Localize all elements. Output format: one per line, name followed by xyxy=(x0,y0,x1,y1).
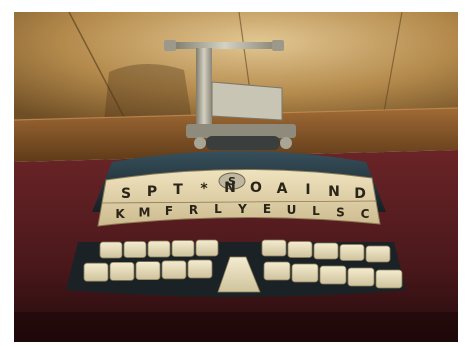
paper-tray-arm xyxy=(196,48,212,128)
legend-top-letter: N xyxy=(224,180,236,196)
paper-tray-rod xyxy=(172,42,277,49)
legend-bottom-letter: M xyxy=(139,205,151,219)
legend-top-letter: O xyxy=(250,180,262,196)
legend-bottom-letter: E xyxy=(263,202,271,216)
legend-bottom-letter: C xyxy=(361,207,370,221)
legend-top-letter: P xyxy=(147,184,157,200)
legend-top-letter: N xyxy=(328,184,340,200)
keycap xyxy=(195,239,219,257)
keycap xyxy=(347,267,375,287)
keycap xyxy=(263,261,291,281)
legend-top-letter: S xyxy=(121,186,131,202)
legend-top-letter: * xyxy=(200,181,208,197)
paper-tray-bracket xyxy=(186,124,296,138)
keycap xyxy=(109,261,135,281)
keycap xyxy=(99,241,123,259)
keycap xyxy=(319,265,347,285)
legend-bottom-letter: F xyxy=(165,204,173,218)
legend-bottom-letter: L xyxy=(214,202,222,216)
keycap xyxy=(291,263,319,283)
legend-bottom-letter: S xyxy=(336,205,345,219)
foreground-shadow xyxy=(14,312,458,342)
roller-knob-left xyxy=(194,137,206,149)
keycap xyxy=(339,244,365,261)
paper-tray-plate xyxy=(211,81,283,121)
legend-top-letter: A xyxy=(277,181,288,197)
legend-top-letter: T xyxy=(173,182,183,198)
paper-tray-knob-left xyxy=(164,40,176,51)
legend-bottom-letter: Y xyxy=(237,202,247,216)
keycap xyxy=(83,262,109,282)
keycap xyxy=(171,240,195,257)
legend-bottom-letter: R xyxy=(189,203,198,217)
keycap xyxy=(261,239,287,257)
roller-knob-right xyxy=(280,137,292,149)
keycap xyxy=(287,241,313,258)
legend-top-letter: I xyxy=(305,182,310,198)
paper-tray-knob-right xyxy=(272,40,284,51)
photo-stenotype-machine: S S P T * N O A I N D KMFRLYEULSC xyxy=(14,12,458,342)
keycap xyxy=(123,241,147,258)
legend-bottom-letter: U xyxy=(287,203,297,217)
keycap xyxy=(161,260,187,280)
legend-bottom-letter: L xyxy=(312,204,320,218)
keycap xyxy=(187,259,213,279)
keycap xyxy=(147,240,171,258)
roller xyxy=(206,136,280,150)
keycap xyxy=(313,242,339,260)
keycap xyxy=(135,261,161,281)
keycap xyxy=(365,245,391,263)
machine-shadow-on-wall xyxy=(104,63,192,122)
legend-top-letter: D xyxy=(354,186,366,202)
legend-bottom-letter: K xyxy=(115,207,125,221)
keycap xyxy=(375,269,403,289)
